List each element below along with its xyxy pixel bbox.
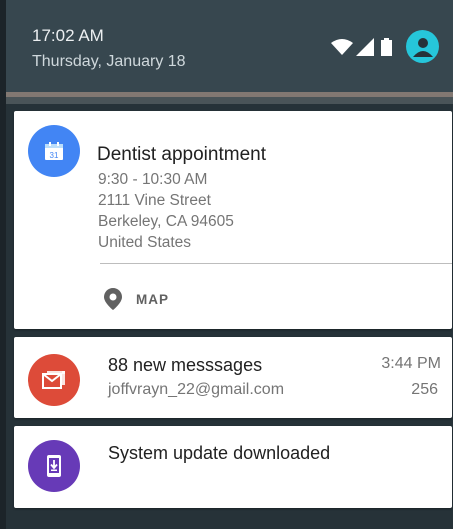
update-title: System update downloaded [108, 443, 331, 463]
mail-count-title: 88 new messsages [108, 355, 263, 375]
system-update-notification[interactable]: System update downloaded [14, 426, 452, 508]
mail-count-badge: 256 [411, 381, 438, 398]
event-street: 2111 Vine Street [98, 192, 211, 209]
account-avatar-icon[interactable] [406, 30, 439, 63]
phone-download-icon [47, 455, 61, 477]
event-title: Dentist appointment [97, 144, 266, 165]
calendar-icon: 31 [45, 142, 63, 160]
clock-time: 17:02 AM [32, 26, 104, 45]
action-divider [100, 263, 452, 264]
calendar-app-icon: 31 [28, 125, 80, 177]
signal-icon [356, 37, 374, 56]
mail-time: 3:44 PM [381, 355, 441, 372]
calendar-icon-day: 31 [50, 151, 59, 160]
quick-status-header[interactable]: 17:02 AM Thursday, January 18 [6, 0, 453, 92]
mail-account: joffvrayn_22@gmail.com [108, 381, 285, 398]
system-update-app-icon [28, 440, 80, 492]
current-date: Thursday, January 18 [32, 53, 186, 70]
notification-shade: 17:02 AM Thursday, January 18 31 Dentist… [0, 0, 453, 529]
gmail-icon [42, 371, 65, 389]
event-city: Berkeley, CA 94605 [98, 213, 234, 230]
map-button[interactable]: MAP [104, 286, 169, 312]
map-label: MAP [136, 291, 169, 307]
wifi-icon [331, 38, 353, 55]
gmail-app-icon [28, 354, 80, 406]
event-country: United States [98, 234, 192, 251]
map-pin-icon [104, 288, 122, 310]
person-icon [412, 37, 433, 57]
calendar-notification[interactable]: 31 Dentist appointment 9:30 - 10:30 AM 2… [14, 111, 452, 329]
battery-icon [381, 37, 392, 56]
shade-divider [6, 92, 453, 104]
status-icons [331, 30, 439, 63]
gmail-notification[interactable]: 88 new messsages 3:44 PM joffvrayn_22@gm… [14, 337, 452, 418]
event-time: 9:30 - 10:30 AM [98, 171, 208, 188]
